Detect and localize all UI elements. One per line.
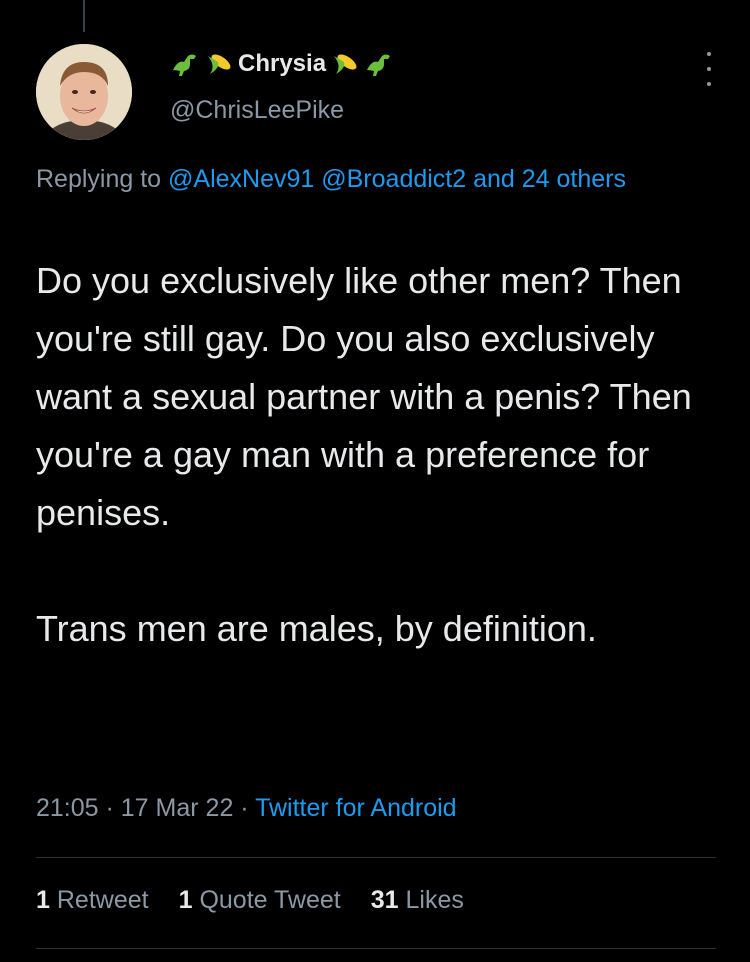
more-options-icon[interactable]: [704, 52, 714, 86]
meta-separator: ·: [98, 794, 121, 822]
display-name-row[interactable]: Chrysia: [170, 50, 394, 78]
likes-label: Likes: [405, 886, 464, 914]
retweets-count: 1: [36, 886, 50, 914]
engagement-stats: 1 Retweet 1 Quote Tweet 31 Likes: [36, 886, 464, 915]
dinosaur-icon: [364, 50, 394, 78]
divider: [36, 857, 716, 858]
tweet-text: Do you exclusively like other men? Then …: [36, 260, 692, 649]
likes-count: 31: [370, 886, 399, 914]
tweet-time[interactable]: 21:05: [36, 794, 99, 822]
retweets-stat[interactable]: 1 Retweet: [36, 886, 149, 915]
retweets-label: Retweet: [56, 886, 149, 914]
user-handle[interactable]: @ChrisLeePike: [170, 96, 344, 125]
divider: [36, 948, 716, 949]
quote-tweets-stat[interactable]: 1 Quote Tweet: [179, 886, 341, 915]
reply-prefix: Replying to: [36, 165, 169, 193]
reply-and: and: [466, 165, 522, 193]
tweet-date[interactable]: 17 Mar 22: [121, 794, 234, 822]
likes-stat[interactable]: 31 Likes: [371, 886, 464, 915]
dinosaur-icon: [170, 50, 200, 78]
tweet-metadata: 21:05 · 17 Mar 22 · Twitter for Android: [36, 794, 457, 823]
reply-others-link[interactable]: 24 others: [522, 165, 626, 193]
quote-tweets-count: 1: [178, 886, 193, 914]
quote-tweets-label: Quote Tweet: [199, 886, 341, 914]
meta-separator: ·: [233, 794, 256, 822]
tweet-source-link[interactable]: Twitter for Android: [255, 794, 456, 822]
thread-connector-line: [83, 0, 85, 32]
display-name: Chrysia: [238, 50, 327, 77]
corn-icon: [330, 50, 360, 78]
avatar[interactable]: [36, 44, 132, 140]
replying-to: Replying to @AlexNev91 @Broaddict2 and 2…: [36, 160, 716, 198]
corn-icon: [204, 50, 234, 78]
reply-mentions-link[interactable]: @AlexNev91 @Broaddict2: [168, 165, 466, 193]
